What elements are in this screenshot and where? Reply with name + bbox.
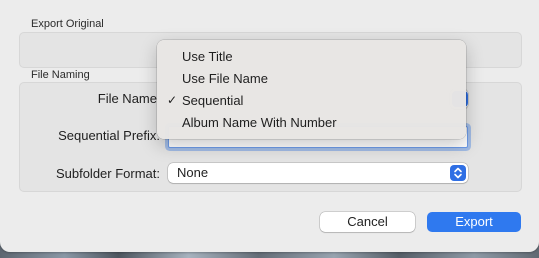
subfolder-format-value: None — [177, 165, 209, 180]
menu-item-label: Sequential — [182, 93, 244, 108]
file-name-dropdown-menu: Use Title Use File Name ✓ Sequential Alb… — [157, 40, 466, 139]
file-naming-label: File Naming — [31, 69, 90, 81]
menu-item-label: Use File Name — [182, 71, 268, 86]
menu-item-label: Album Name With Number — [182, 115, 337, 130]
subfolder-format-popup[interactable]: None — [168, 163, 468, 183]
cancel-button[interactable]: Cancel — [320, 212, 415, 232]
menu-item-sequential[interactable]: ✓ Sequential — [157, 90, 466, 112]
export-original-label: Export Original — [31, 18, 104, 30]
export-button[interactable]: Export — [427, 212, 521, 232]
menu-item-use-file-name[interactable]: Use File Name — [157, 68, 466, 90]
menu-item-use-title[interactable]: Use Title — [157, 46, 466, 68]
updown-chevron-icon — [450, 165, 466, 181]
menu-item-label: Use Title — [182, 49, 233, 64]
checkmark-icon: ✓ — [167, 93, 178, 107]
sequential-prefix-label: Sequential Prefix: — [58, 128, 160, 143]
subfolder-format-label: Subfolder Format: — [55, 166, 160, 181]
file-name-label: File Name — [97, 91, 157, 106]
menu-item-album-name-with-number[interactable]: Album Name With Number — [157, 112, 466, 134]
